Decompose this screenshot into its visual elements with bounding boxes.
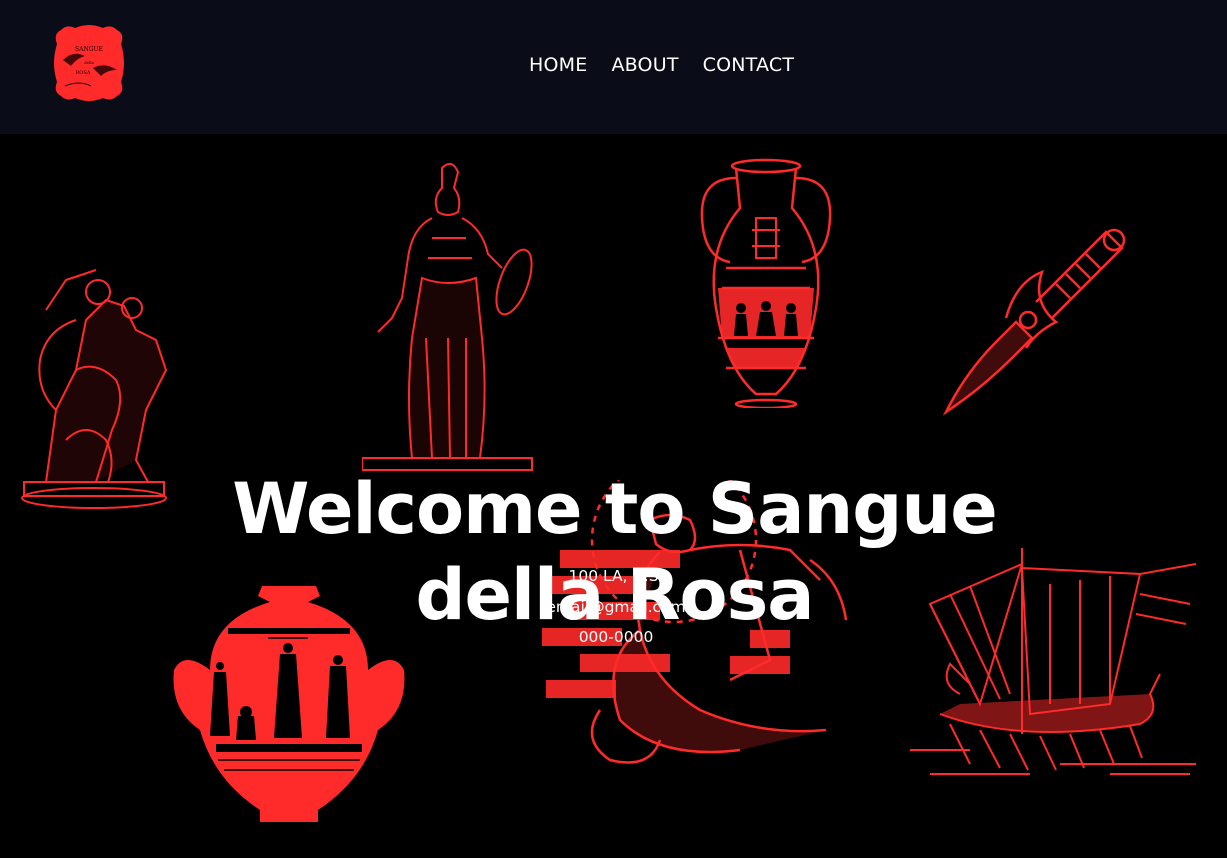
sangue-della-rosa-logo-icon[interactable]: SANGUE della ROSA <box>53 24 125 102</box>
logo-text-1: SANGUE <box>75 46 103 53</box>
logo-text-3: ROSA <box>76 70 91 76</box>
hero-title-line-1: Welcome to Sangue <box>232 468 997 550</box>
contact-phone[interactable]: 000-0000 <box>0 622 1227 653</box>
dagger-icon <box>942 228 1126 416</box>
nav-home-link[interactable]: HOME <box>529 54 587 76</box>
contact-email[interactable]: email@gmail.com <box>0 592 1227 623</box>
contact-info: 100 LA, U.S. email@gmail.com 000-0000 <box>0 561 1227 653</box>
main-nav: HOME ABOUT CONTACT <box>529 54 794 76</box>
hero-section: Welcome to Sangue della Rosa <box>0 134 1227 858</box>
greek-amphora-icon <box>700 158 832 408</box>
logo-text-2: della <box>84 60 94 65</box>
nav-contact-link[interactable]: CONTACT <box>703 54 795 76</box>
contact-address: 100 LA, U.S. <box>568 567 664 585</box>
nav-about-link[interactable]: ABOUT <box>611 54 678 76</box>
top-navbar: SANGUE della ROSA HOME ABOUT CONTACT <box>0 0 1227 134</box>
athena-statue-icon <box>362 162 533 471</box>
